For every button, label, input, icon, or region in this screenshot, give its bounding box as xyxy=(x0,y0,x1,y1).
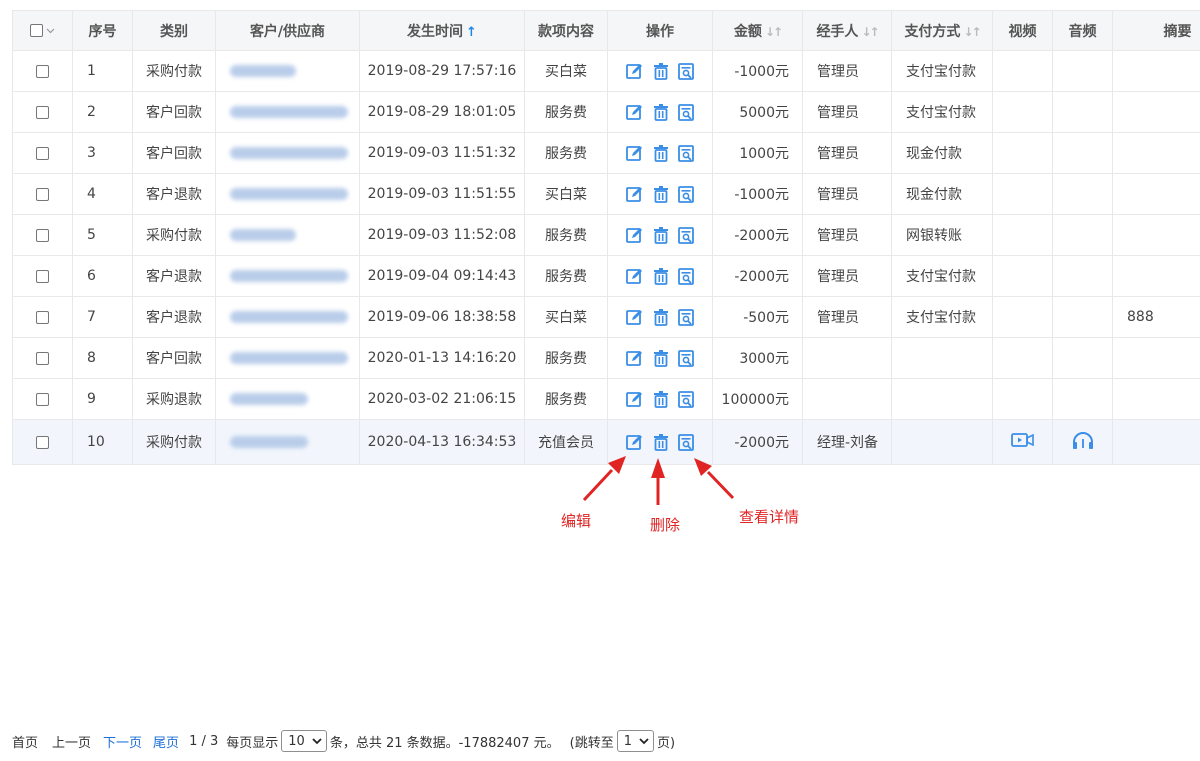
per-page-label: 每页显示 xyxy=(226,735,279,751)
arrow-to-delete-icon xyxy=(651,458,665,505)
pagination: 首页 上一页 下一页 尾页 1 / 3 每页显示 10 条，总共 21 条数据。… xyxy=(12,730,675,752)
jump-prefix: (跳转至 xyxy=(569,735,614,751)
annotation-arrows xyxy=(582,456,735,505)
per-page-select[interactable]: 10 xyxy=(281,730,327,752)
pager-last[interactable]: 尾页 xyxy=(153,732,179,751)
pager-prev[interactable]: 上一页 xyxy=(52,732,91,751)
chevron-down-icon xyxy=(639,737,649,744)
pager-summary: 条，总共 21 条数据。-17882407 元。 xyxy=(329,735,560,751)
arrow-to-edit-icon xyxy=(582,456,626,502)
chevron-down-icon xyxy=(312,737,322,744)
jump-page-value: 1 xyxy=(623,733,632,749)
arrow-to-view-icon xyxy=(694,458,735,500)
pager-first[interactable]: 首页 xyxy=(12,732,38,751)
per-page-value: 10 xyxy=(288,733,305,749)
jump-suffix: 页) xyxy=(656,735,676,751)
pager-next[interactable]: 下一页 xyxy=(103,732,142,751)
page-info: 1 / 3 xyxy=(189,733,219,749)
jump-page-select[interactable]: 1 xyxy=(616,730,654,752)
